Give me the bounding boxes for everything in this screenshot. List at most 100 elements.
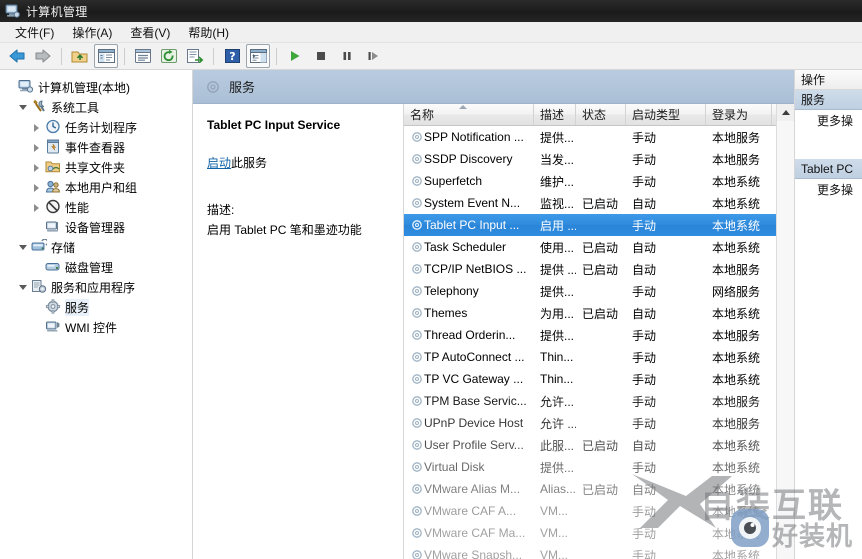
gear-icon	[410, 548, 424, 559]
tree-twisty-closed[interactable]	[31, 161, 44, 174]
pause-service-icon[interactable]	[335, 44, 359, 68]
tree-twisty-open[interactable]	[17, 281, 30, 294]
table-row[interactable]: Telephony 提供... 手动 网络服务	[404, 280, 776, 302]
tree-item-performance[interactable]: 性能	[0, 197, 192, 217]
table-row[interactable]: Task Scheduler 使用... 已启动 自动 本地系统	[404, 236, 776, 258]
start-service-icon[interactable]	[283, 44, 307, 68]
clock-icon	[45, 119, 61, 135]
table-row[interactable]: VMware Snapsh... VM... 手动 本地系统	[404, 544, 776, 559]
tree-item-system-tools[interactable]: 系统工具	[0, 97, 192, 117]
services-header-title: 服务	[229, 80, 256, 95]
scrollbar-track[interactable]	[777, 121, 794, 559]
cell-name: TCP/IP NetBIOS ...	[404, 262, 534, 276]
cell-description: 此服...	[534, 437, 576, 454]
table-row[interactable]: Superfetch 维护... 手动 本地系统	[404, 170, 776, 192]
actions-section-services[interactable]: 服务	[795, 90, 862, 110]
forward-arrow-icon[interactable]	[31, 44, 55, 68]
tree-item-disk-management[interactable]: 磁盘管理	[0, 257, 192, 277]
cell-log-on-as: 本地服务	[706, 393, 772, 410]
column-header-log-on-as[interactable]: 登录为	[706, 104, 772, 125]
cell-log-on-as: 本地系统	[706, 195, 772, 212]
table-row[interactable]: Themes 为用... 已启动 自动 本地系统	[404, 302, 776, 324]
cell-name-text: SPP Notification ...	[424, 130, 524, 144]
table-row[interactable]: Thread Orderin... 提供... 手动 本地服务	[404, 324, 776, 346]
table-row[interactable]: User Profile Serv... 此服... 已启动 自动 本地系统	[404, 434, 776, 456]
tree-item-storage[interactable]: 存储	[0, 237, 192, 257]
tree-twisty-open[interactable]	[17, 101, 30, 114]
stop-service-icon[interactable]	[309, 44, 333, 68]
tree-twisty-closed[interactable]	[31, 201, 44, 214]
cell-startup-type-text: 自动	[632, 306, 657, 321]
console-tree-pane[interactable]: 计算机管理(本地) 系统工具 任务计划程序 事件查看器 共享文件夹 本地用户和组…	[0, 70, 193, 559]
cell-name-text: System Event N...	[424, 196, 521, 210]
tree-twisty-closed[interactable]	[31, 181, 44, 194]
cell-log-on-as-text: 本地系统	[712, 438, 761, 453]
menu-file[interactable]: 文件(F)	[6, 22, 63, 43]
table-row[interactable]: Virtual Disk 提供... 手动 本地系统	[404, 456, 776, 478]
help-icon[interactable]: ?	[220, 44, 244, 68]
table-row[interactable]: Tablet PC Input ... 启用 ... 手动 本地系统	[404, 214, 776, 236]
menu-action[interactable]: 操作(A)	[63, 22, 121, 43]
refresh-icon[interactable]	[157, 44, 181, 68]
cell-name: SSDP Discovery	[404, 152, 534, 166]
list-rows-container[interactable]: SPP Notification ... 提供... 手动 本地服务 SSDP Disc…	[404, 126, 776, 559]
table-row[interactable]: TP AutoConnect ... Thin... 手动 本地系统	[404, 346, 776, 368]
table-row[interactable]: TP VC Gateway ... Thin... 手动 本地系统	[404, 368, 776, 390]
show-action-pane-icon[interactable]	[246, 44, 270, 68]
cell-startup-type: 手动	[626, 503, 706, 520]
tree-item-task-scheduler[interactable]: 任务计划程序	[0, 117, 192, 137]
table-row[interactable]: VMware Alias M... Alias... 已启动 自动 本地系统	[404, 478, 776, 500]
table-row[interactable]: VMware CAF Ma... VM... 手动 本地系统	[404, 522, 776, 544]
table-row[interactable]: TCP/IP NetBIOS ... 提供 ... 已启动 自动 本地服务	[404, 258, 776, 280]
tree-item-local-users-groups[interactable]: 本地用户和组	[0, 177, 192, 197]
cell-name-text: VMware Alias M...	[424, 482, 521, 496]
cell-startup-type-text: 自动	[632, 262, 657, 277]
tree-item-services[interactable]: 服务	[0, 297, 192, 317]
show-console-tree-icon[interactable]	[94, 44, 118, 68]
menu-help[interactable]: 帮助(H)	[179, 22, 238, 43]
more-actions-services[interactable]: 更多操	[795, 110, 862, 131]
column-header-startup-type[interactable]: 启动类型	[626, 104, 706, 125]
gear-icon	[410, 416, 424, 430]
tree-item-event-viewer[interactable]: 事件查看器	[0, 137, 192, 157]
cell-description: 维护...	[534, 173, 576, 190]
column-header-name[interactable]: 名称	[404, 104, 534, 125]
tree-twisty-closed[interactable]	[31, 121, 44, 134]
tree-item-wmi-control[interactable]: WMI 控件	[0, 317, 192, 337]
column-header-label: 启动类型	[632, 108, 681, 122]
column-header-label: 登录为	[712, 108, 749, 122]
tree-item-services-and-applications[interactable]: 服务和应用程序	[0, 277, 192, 297]
back-arrow-icon[interactable]	[5, 44, 29, 68]
export-list-icon[interactable]	[183, 44, 207, 68]
tree-item-computer-management[interactable]: 计算机管理(本地)	[0, 77, 192, 97]
restart-service-icon[interactable]	[361, 44, 385, 68]
menu-view[interactable]: 查看(V)	[121, 22, 179, 43]
computer-icon	[18, 79, 34, 95]
tree-item-device-manager[interactable]: 设备管理器	[0, 217, 192, 237]
list-header-row: 名称 描述 状态 启动类型 登录为	[404, 104, 776, 126]
tree-twisty-closed[interactable]	[31, 141, 44, 154]
cell-name: UPnP Device Host	[404, 416, 534, 430]
list-vertical-scrollbar[interactable]	[776, 104, 794, 559]
cell-description: 提供...	[534, 129, 576, 146]
column-header-description[interactable]: 描述	[534, 104, 576, 125]
table-row[interactable]: SSDP Discovery 当发... 手动 本地服务	[404, 148, 776, 170]
table-row[interactable]: VMware CAF A... VM... 手动 本地系统	[404, 500, 776, 522]
scroll-up-button[interactable]	[777, 104, 794, 121]
table-row[interactable]: SPP Notification ... 提供... 手动 本地服务	[404, 126, 776, 148]
up-folder-icon[interactable]	[68, 44, 92, 68]
start-service-link[interactable]: 启动	[207, 156, 231, 170]
table-row[interactable]: TPM Base Servic... 允许... 手动 本地服务	[404, 390, 776, 412]
properties-icon[interactable]	[131, 44, 155, 68]
more-actions-selected-service[interactable]: 更多操	[795, 179, 862, 200]
tree-item-shared-folders[interactable]: 共享文件夹	[0, 157, 192, 177]
column-header-label: 状态	[582, 108, 607, 122]
tree-twisty-open[interactable]	[17, 241, 30, 254]
table-row[interactable]: System Event N... 监视... 已启动 自动 本地系统	[404, 192, 776, 214]
table-row[interactable]: UPnP Device Host 允许 ... 手动 本地服务	[404, 412, 776, 434]
column-header-status[interactable]: 状态	[576, 104, 626, 125]
actions-section-selected-service[interactable]: Tablet PC	[795, 159, 862, 179]
tree-twisty[interactable]	[4, 81, 17, 94]
users-icon	[45, 179, 61, 195]
cell-startup-type: 手动	[626, 371, 706, 388]
